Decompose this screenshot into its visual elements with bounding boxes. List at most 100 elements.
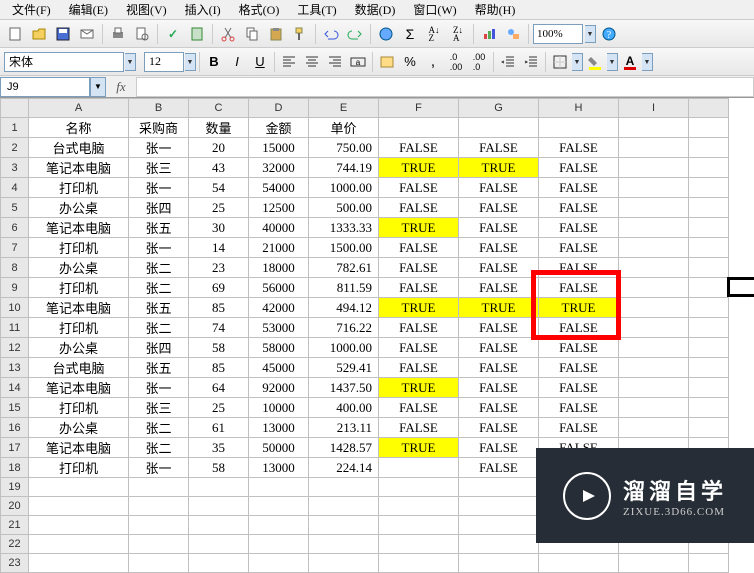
borders-dropdown-icon[interactable]: ▼: [572, 53, 583, 71]
cell[interactable]: 45000: [249, 358, 309, 378]
cell[interactable]: 54: [189, 178, 249, 198]
cell[interactable]: 35: [189, 438, 249, 458]
font-color-icon[interactable]: A: [619, 51, 641, 73]
cell[interactable]: FALSE: [539, 398, 619, 418]
cell[interactable]: [689, 258, 729, 278]
cell[interactable]: 750.00: [309, 138, 379, 158]
cell[interactable]: 1333.33: [309, 218, 379, 238]
cell[interactable]: 42000: [249, 298, 309, 318]
cell[interactable]: 58: [189, 338, 249, 358]
cell[interactable]: FALSE: [459, 178, 539, 198]
col-header[interactable]: D: [249, 99, 309, 118]
cell[interactable]: [619, 278, 689, 298]
cell[interactable]: FALSE: [459, 258, 539, 278]
zoom-input[interactable]: 100%: [533, 24, 583, 44]
cell[interactable]: 53000: [249, 318, 309, 338]
cell[interactable]: [459, 535, 539, 554]
cell[interactable]: [29, 535, 129, 554]
italic-button[interactable]: I: [226, 51, 248, 73]
cell[interactable]: 58000: [249, 338, 309, 358]
cell[interactable]: FALSE: [379, 278, 459, 298]
menu-tools[interactable]: 工具(T): [289, 0, 344, 20]
cell[interactable]: [459, 478, 539, 497]
cell[interactable]: FALSE: [379, 338, 459, 358]
col-header[interactable]: C: [189, 99, 249, 118]
cell[interactable]: 打印机: [29, 318, 129, 338]
cell[interactable]: 打印机: [29, 278, 129, 298]
cell[interactable]: [689, 298, 729, 318]
cell[interactable]: 笔记本电脑: [29, 158, 129, 178]
cell[interactable]: 782.61: [309, 258, 379, 278]
row-header[interactable]: 13: [1, 358, 29, 378]
cell[interactable]: 1428.57: [309, 438, 379, 458]
cell[interactable]: [689, 138, 729, 158]
cell[interactable]: [189, 554, 249, 573]
cell[interactable]: 打印机: [29, 178, 129, 198]
cell[interactable]: FALSE: [459, 378, 539, 398]
cell[interactable]: 43: [189, 158, 249, 178]
row-header[interactable]: 2: [1, 138, 29, 158]
col-header[interactable]: A: [29, 99, 129, 118]
cell[interactable]: [309, 497, 379, 516]
cell[interactable]: [189, 535, 249, 554]
cell[interactable]: 811.59: [309, 278, 379, 298]
font-size-dropdown-icon[interactable]: ▼: [185, 53, 196, 71]
cell[interactable]: 张二: [129, 418, 189, 438]
cell[interactable]: 224.14: [309, 458, 379, 478]
row-header[interactable]: 21: [1, 516, 29, 535]
increase-decimal-icon[interactable]: .0.00: [445, 51, 467, 73]
cell[interactable]: [379, 458, 459, 478]
cell[interactable]: FALSE: [379, 258, 459, 278]
cell[interactable]: FALSE: [379, 358, 459, 378]
cell[interactable]: [29, 497, 129, 516]
cell[interactable]: 30: [189, 218, 249, 238]
cell[interactable]: [689, 238, 729, 258]
cell[interactable]: 12500: [249, 198, 309, 218]
menu-file[interactable]: 文件(F): [4, 0, 59, 20]
decrease-indent-icon[interactable]: [497, 51, 519, 73]
fill-color-icon[interactable]: [584, 51, 606, 73]
cell[interactable]: 21000: [249, 238, 309, 258]
cell[interactable]: 张一: [129, 238, 189, 258]
row-header[interactable]: 8: [1, 258, 29, 278]
cell[interactable]: 64: [189, 378, 249, 398]
currency-icon[interactable]: [376, 51, 398, 73]
paste-icon[interactable]: [265, 23, 287, 45]
cell[interactable]: [29, 554, 129, 573]
cell[interactable]: 56000: [249, 278, 309, 298]
cell[interactable]: 张二: [129, 258, 189, 278]
cell[interactable]: FALSE: [539, 258, 619, 278]
cell[interactable]: [189, 478, 249, 497]
cell[interactable]: 张一: [129, 458, 189, 478]
menu-data[interactable]: 数据(D): [347, 0, 404, 20]
cell[interactable]: 85: [189, 358, 249, 378]
cell[interactable]: 23: [189, 258, 249, 278]
row-header[interactable]: 7: [1, 238, 29, 258]
cell[interactable]: [689, 218, 729, 238]
cell[interactable]: [619, 554, 689, 573]
cell[interactable]: [189, 497, 249, 516]
cell[interactable]: [379, 118, 459, 138]
fx-icon[interactable]: fx: [106, 79, 136, 95]
cell[interactable]: 1000.00: [309, 338, 379, 358]
col-header[interactable]: B: [129, 99, 189, 118]
align-left-icon[interactable]: [278, 51, 300, 73]
row-header[interactable]: 14: [1, 378, 29, 398]
cell[interactable]: FALSE: [539, 218, 619, 238]
cell[interactable]: 办公桌: [29, 418, 129, 438]
decrease-decimal-icon[interactable]: .00.0: [468, 51, 490, 73]
cell[interactable]: 张一: [129, 138, 189, 158]
cell[interactable]: [689, 178, 729, 198]
cell[interactable]: 1500.00: [309, 238, 379, 258]
cell[interactable]: 13000: [249, 418, 309, 438]
cell[interactable]: FALSE: [459, 418, 539, 438]
cell[interactable]: 笔记本电脑: [29, 438, 129, 458]
cell[interactable]: TRUE: [539, 298, 619, 318]
menu-format[interactable]: 格式(O): [231, 0, 288, 20]
cell[interactable]: [249, 478, 309, 497]
cell[interactable]: [379, 535, 459, 554]
cell[interactable]: TRUE: [379, 218, 459, 238]
cell[interactable]: 494.12: [309, 298, 379, 318]
cell[interactable]: [309, 516, 379, 535]
cell[interactable]: 32000: [249, 158, 309, 178]
